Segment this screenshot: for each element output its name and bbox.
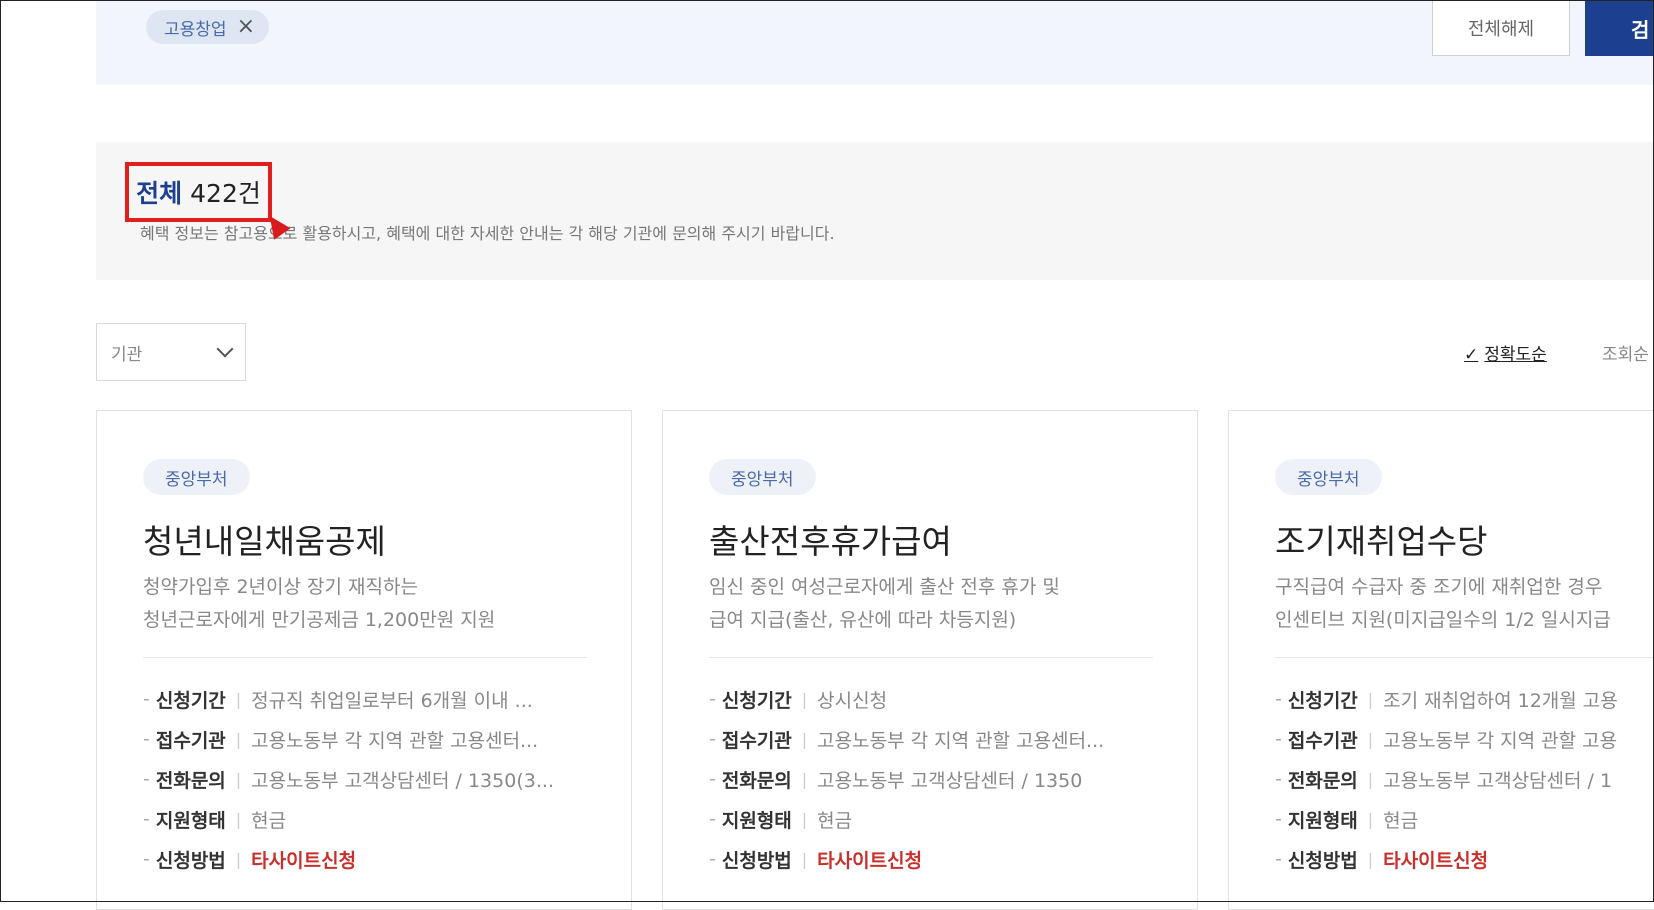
window-frame xyxy=(0,0,1654,902)
